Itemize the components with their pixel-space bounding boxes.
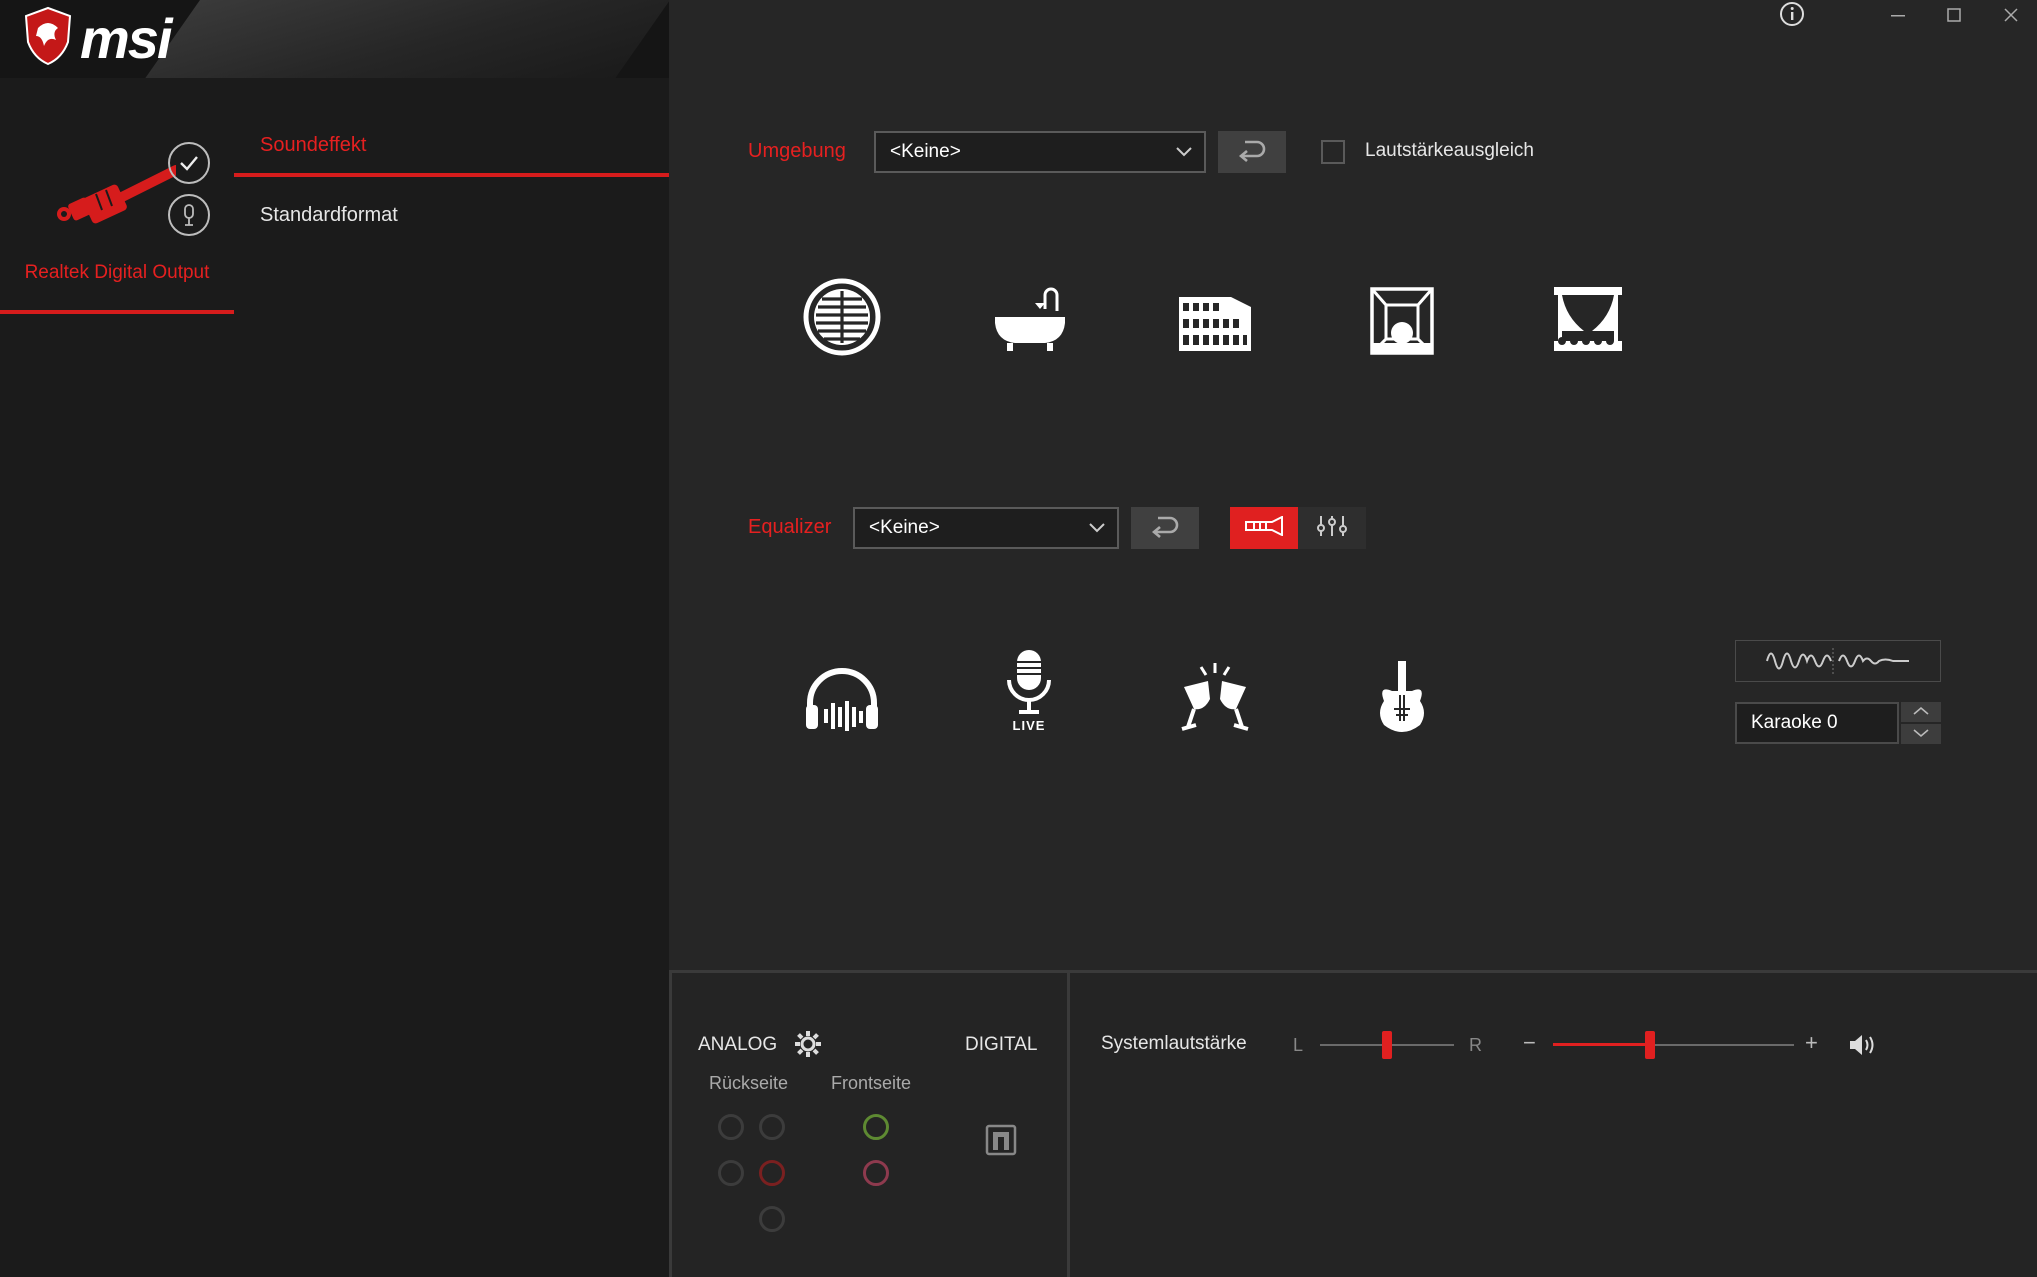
balance-right-label: R bbox=[1469, 1035, 1482, 1055]
volume-handle[interactable] bbox=[1645, 1031, 1656, 1059]
environment-label: Umgebung bbox=[748, 140, 846, 162]
environment-select[interactable]: <Keine> bbox=[874, 131, 1206, 173]
karaoke-decrease-button[interactable] bbox=[1901, 724, 1941, 744]
volume-increase-button[interactable]: + bbox=[1805, 1030, 1818, 1056]
rear-jack[interactable] bbox=[718, 1114, 744, 1140]
live-caption: LIVE bbox=[1013, 718, 1046, 733]
eq-custom-mode-button[interactable] bbox=[1298, 507, 1366, 549]
chevron-down-icon bbox=[1174, 141, 1194, 167]
device-label[interactable]: Realtek Digital Output bbox=[0, 262, 234, 284]
balance-left-label: L bbox=[1293, 1035, 1304, 1055]
default-communication-microphone-button[interactable] bbox=[168, 194, 210, 236]
spdif-port-icon[interactable] bbox=[985, 1124, 1017, 1161]
rear-jack[interactable] bbox=[759, 1114, 785, 1140]
karaoke-waveform bbox=[1735, 640, 1941, 682]
bathroom-icon[interactable] bbox=[984, 272, 1074, 362]
rear-panel-label: Rückseite bbox=[709, 1073, 789, 1093]
default-device-check-button[interactable] bbox=[168, 142, 210, 184]
sewer-pipe-icon[interactable] bbox=[797, 272, 887, 362]
reset-icon bbox=[1237, 138, 1267, 167]
device-selection-indicator bbox=[0, 310, 234, 314]
party-icon[interactable] bbox=[1170, 654, 1260, 744]
tab-panel bbox=[234, 78, 669, 1277]
minimize-button[interactable] bbox=[1890, 2, 1906, 34]
brand-wordmark: msi bbox=[80, 7, 172, 70]
equalizer-select[interactable]: <Keine> bbox=[853, 507, 1119, 549]
chevron-down-icon bbox=[1912, 725, 1930, 743]
digital-label: DIGITAL bbox=[965, 1034, 1038, 1055]
close-button[interactable] bbox=[2003, 2, 2019, 34]
tab-soundeffekt[interactable]: Soundeffekt bbox=[260, 134, 366, 157]
equalizer-reset-button[interactable] bbox=[1131, 507, 1199, 549]
digital-cable-icon[interactable] bbox=[56, 160, 181, 237]
karaoke-increase-button[interactable] bbox=[1901, 702, 1941, 722]
info-button[interactable] bbox=[1779, 1, 1805, 32]
balance-handle[interactable] bbox=[1382, 1031, 1392, 1059]
live-microphone-icon[interactable]: LIVE bbox=[984, 646, 1074, 736]
reset-icon bbox=[1150, 514, 1180, 543]
theater-icon[interactable] bbox=[1543, 272, 1633, 362]
analog-settings-gear-icon[interactable] bbox=[794, 1030, 822, 1063]
balance-slider[interactable] bbox=[1320, 1030, 1454, 1060]
front-mic-jack[interactable] bbox=[863, 1160, 889, 1186]
rock-guitar-icon[interactable] bbox=[1357, 654, 1447, 744]
sliders-icon bbox=[1316, 514, 1348, 543]
system-volume-label: Systemlautstärke bbox=[1101, 1033, 1247, 1054]
stone-room-icon[interactable] bbox=[1357, 272, 1447, 362]
tab-standardformat[interactable]: Standardformat bbox=[260, 204, 398, 227]
front-headphone-jack[interactable] bbox=[863, 1114, 889, 1140]
rear-jack-mic[interactable] bbox=[759, 1160, 785, 1186]
eq-preset-mode-button[interactable] bbox=[1230, 507, 1298, 549]
analog-label: ANALOG bbox=[698, 1034, 778, 1055]
environment-select-value: <Keine> bbox=[890, 141, 961, 162]
environment-reset-button[interactable] bbox=[1218, 131, 1286, 173]
msi-dragon-logo bbox=[22, 6, 74, 71]
karaoke-level-input[interactable]: Karaoke 0 bbox=[1735, 702, 1899, 744]
loudness-equalization-label: Lautstärkeausgleich bbox=[1365, 140, 1534, 161]
colosseum-icon[interactable] bbox=[1170, 272, 1260, 362]
speaker-mute-icon[interactable] bbox=[1848, 1033, 1876, 1062]
chevron-up-icon bbox=[1912, 703, 1930, 721]
headphones-icon[interactable] bbox=[797, 654, 887, 744]
equalizer-select-value: <Keine> bbox=[869, 517, 940, 538]
volume-fill bbox=[1553, 1043, 1651, 1046]
rear-jack[interactable] bbox=[718, 1160, 744, 1186]
volume-decrease-button[interactable]: − bbox=[1523, 1030, 1536, 1056]
maximize-button[interactable] bbox=[1946, 2, 1962, 34]
volume-panel bbox=[1070, 970, 2037, 1277]
rear-jack[interactable] bbox=[759, 1206, 785, 1232]
front-panel-label: Frontseite bbox=[831, 1073, 912, 1093]
tab-active-indicator bbox=[234, 173, 669, 177]
chevron-down-icon bbox=[1087, 517, 1107, 543]
loudness-equalization-checkbox[interactable] bbox=[1321, 140, 1345, 164]
trumpet-icon bbox=[1244, 514, 1284, 541]
volume-slider[interactable] bbox=[1553, 1030, 1794, 1060]
karaoke-level-value: Karaoke 0 bbox=[1751, 712, 1838, 733]
equalizer-label: Equalizer bbox=[748, 516, 832, 538]
